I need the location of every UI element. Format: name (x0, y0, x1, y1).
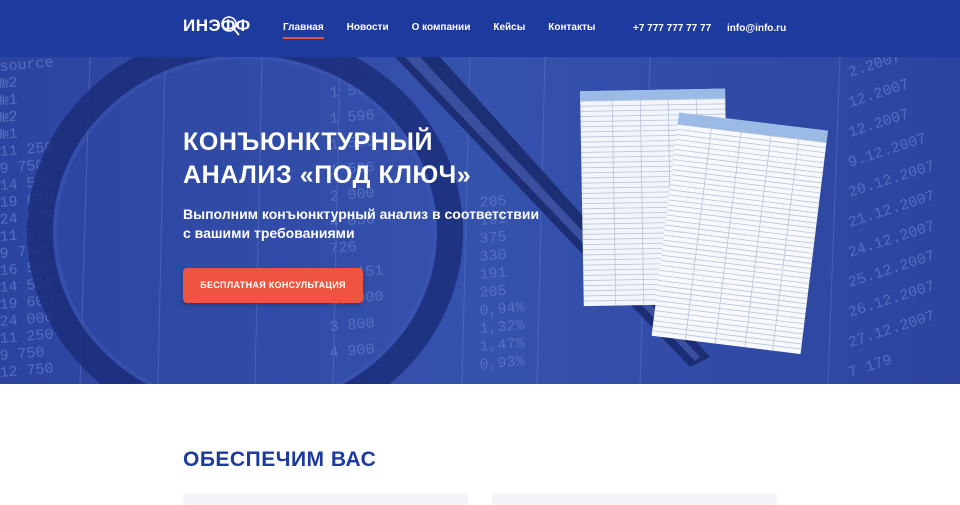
nav-link-news[interactable]: Новости (347, 22, 389, 39)
nav-link-home[interactable]: Главная (283, 22, 324, 39)
logo[interactable]: ИНЭФФ (183, 16, 251, 36)
free-consultation-button[interactable]: БЕСПЛАТНАЯ КОНСУЛЬТАЦИЯ (183, 268, 363, 303)
hero-title-line1: КОНЪЮНКТУРНЫЙ (183, 128, 434, 156)
nav-link-about[interactable]: О компании (412, 22, 471, 39)
magnifier-logo-icon (221, 16, 240, 36)
feature-card (492, 493, 777, 505)
nav-link-contacts[interactable]: Контакты (548, 22, 595, 39)
background-number: 191 (479, 265, 507, 284)
background-number: №2 (0, 108, 18, 127)
hero-subtitle: Выполним конъюнктурный анализ в соответс… (183, 205, 603, 243)
main-nav: Главная Новости О компании Кейсы Контакт… (283, 22, 618, 39)
nav-link-cases[interactable]: Кейсы (493, 22, 525, 39)
spreadsheet-documents-image (580, 88, 828, 355)
site-header: ИНЭФФ Главная Новости О компании Кейсы К… (0, 0, 960, 57)
background-number: №1 (0, 91, 18, 110)
hero-subtitle-line1: Выполним конъюнктурный анализ в соответс… (183, 206, 540, 222)
header-phone[interactable]: +7 777 777 77 77 (633, 23, 711, 34)
hero-title-line2: АНАЛИЗ «ПОД КЛЮЧ» (183, 161, 472, 189)
hero-banner: source №2 №1 №2 №1 11 250 9 750 14 580 19 600 24 … (0, 57, 960, 384)
feature-card (183, 493, 468, 505)
background-number: №1 (0, 125, 18, 144)
section-title: ОБЕСПЕЧИМ ВАС (183, 448, 377, 471)
background-number: 330 (479, 247, 507, 266)
hero-subtitle-line2: с вашими требованиями (183, 225, 355, 241)
background-number: №2 (0, 74, 18, 93)
hero-title: КОНЪЮНКТУРНЫЙ АНАЛИЗ «ПОД КЛЮЧ» (183, 126, 603, 192)
header-email[interactable]: info@info.ru (727, 23, 786, 34)
background-number: 205 (479, 283, 507, 302)
